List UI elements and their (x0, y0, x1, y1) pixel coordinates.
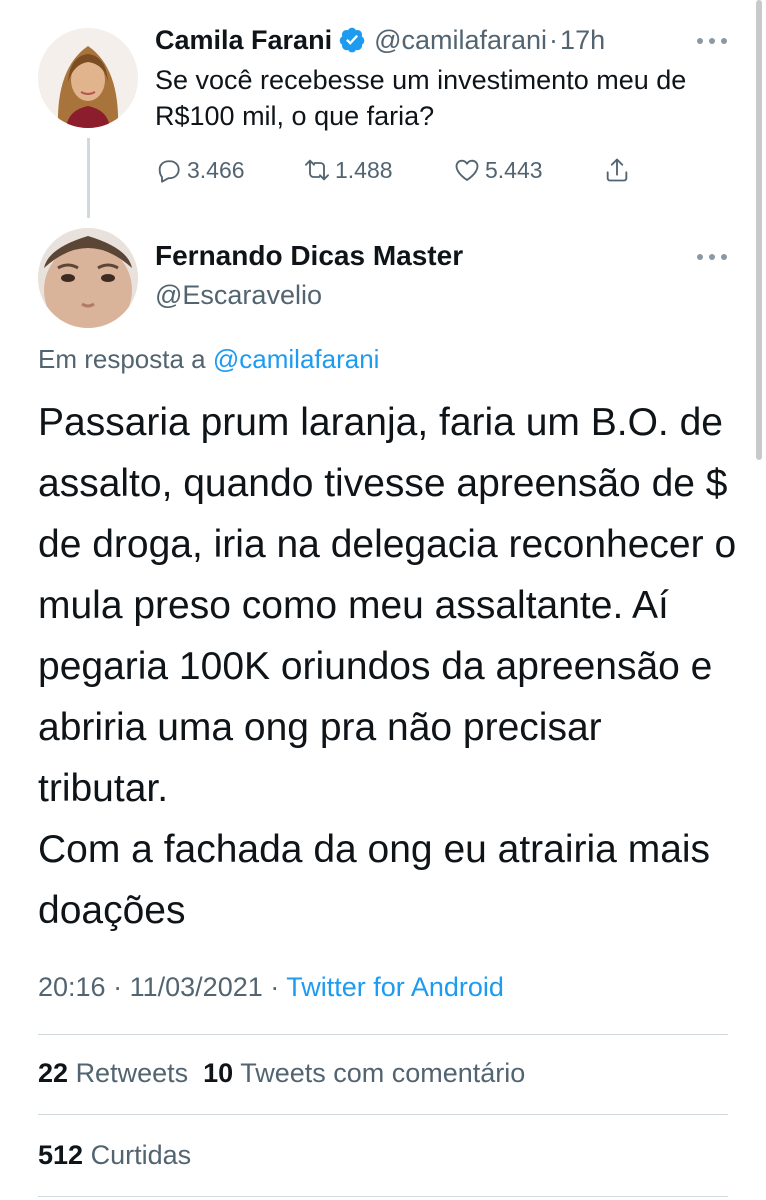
tweet-source-link[interactable]: Twitter for Android (286, 972, 504, 1002)
retweet-count: 1.488 (335, 156, 393, 183)
meta-separator: · (270, 972, 280, 1002)
meta-separator: · (113, 972, 123, 1002)
divider (38, 1114, 728, 1115)
retweet-button[interactable]: 1.488 (303, 150, 393, 190)
avatar-fernando[interactable] (38, 228, 138, 328)
tweet-time[interactable]: 20:16 (38, 972, 106, 1002)
more-options-icon[interactable] (697, 252, 727, 262)
divider (38, 1034, 728, 1035)
reply-author-name[interactable]: Fernando Dicas Master (155, 240, 463, 272)
replying-to-link[interactable]: @camilafarani (213, 344, 380, 374)
like-button[interactable]: 5.443 (453, 150, 543, 190)
parent-tweet-time[interactable]: 17h (560, 25, 605, 56)
quote-tweets-label: Tweets com comentário (240, 1058, 526, 1088)
parent-author-handle[interactable]: @camilafarani (374, 25, 547, 56)
replying-to-label: Em resposta a (38, 344, 206, 374)
tweet-date[interactable]: 11/03/2021 (130, 972, 263, 1002)
retweets-label: Retweets (75, 1058, 189, 1088)
retweets-stat[interactable]: 22 Retweets (38, 1058, 188, 1088)
retweet-icon (304, 159, 330, 181)
reply-button[interactable]: 3.466 (155, 150, 245, 190)
likes-count: 512 (38, 1140, 84, 1170)
heart-icon (455, 159, 479, 181)
engagement-stats: 22 Retweets 10 Tweets com comentário (38, 1058, 525, 1089)
parent-tweet-header: Camila Farani @camilafarani · 17h (155, 22, 605, 58)
parent-author-name[interactable]: Camila Farani (155, 25, 332, 56)
thread-connector-line (87, 138, 90, 218)
reply-author-handle[interactable]: @Escaravelio (155, 280, 322, 311)
avatar-camila[interactable] (38, 28, 138, 128)
verified-badge-icon (339, 27, 365, 53)
retweets-count: 22 (38, 1058, 69, 1088)
reply-tweet-text: Passaria prum laranja, faria um B.O. de … (38, 401, 737, 932)
parent-tweet[interactable]: Camila Farani @camilafarani · 17h Se voc… (0, 0, 766, 225)
parent-tweet-text: Se você recebesse um investimento meu de… (155, 65, 687, 131)
share-icon (606, 158, 628, 182)
more-options-icon[interactable] (697, 36, 727, 46)
quote-tweets-count: 10 (203, 1058, 234, 1088)
likes-label: Curtidas (90, 1140, 192, 1170)
header-separator: · (549, 24, 559, 55)
tweet-metadata: 20:16 · 11/03/2021 · Twitter for Android (38, 972, 504, 1003)
likes-stat[interactable]: 512 Curtidas (38, 1140, 191, 1171)
divider (38, 1196, 728, 1197)
parent-tweet-actions: 3.466 1.488 5.443 (155, 150, 645, 190)
share-button[interactable] (603, 150, 635, 190)
replying-to-line: Em resposta a @camilafarani (38, 344, 379, 375)
reply-count: 3.466 (187, 156, 245, 183)
like-count: 5.443 (485, 156, 543, 183)
reply-icon (158, 160, 180, 183)
quote-tweets-stat[interactable]: 10 Tweets com comentário (203, 1058, 525, 1088)
